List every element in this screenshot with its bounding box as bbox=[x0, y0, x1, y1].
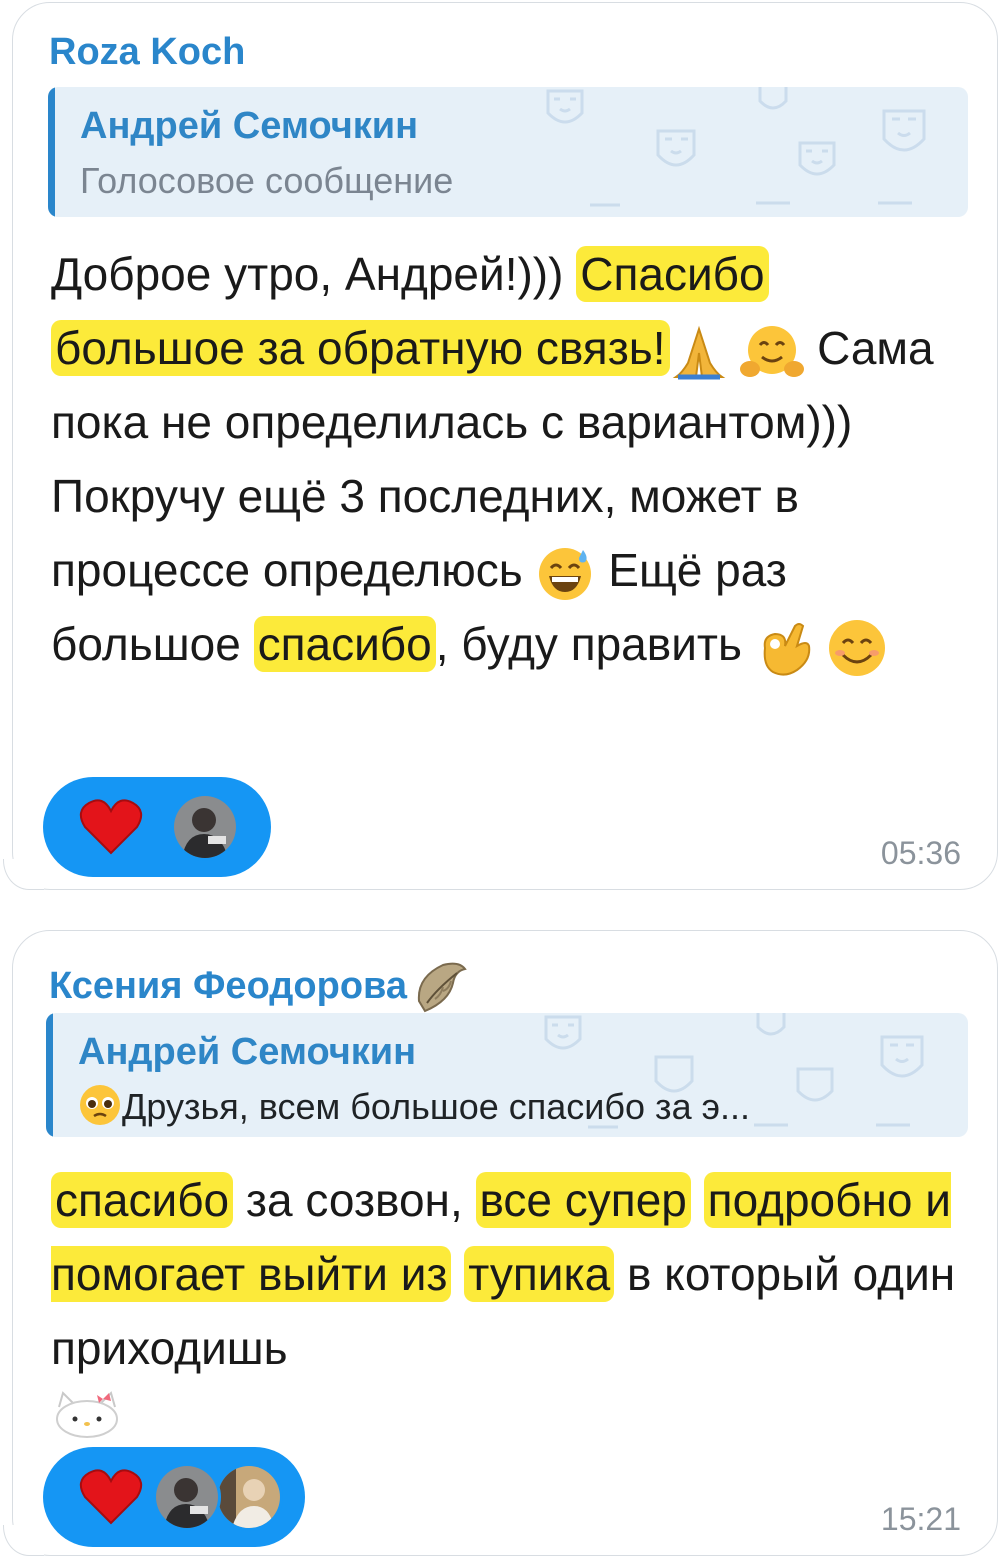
reply-text-row: Друзья, всем большое спасибо за э... bbox=[78, 1083, 750, 1128]
reply-bar bbox=[46, 1013, 53, 1137]
timestamp: 05:36 bbox=[880, 835, 961, 871]
hello-kitty-icon bbox=[56, 1391, 118, 1438]
reaction-pill[interactable] bbox=[43, 777, 271, 877]
heart-icon bbox=[79, 799, 143, 855]
text-segment: , буду править bbox=[435, 618, 755, 670]
reply-author: Андрей Семочкин bbox=[80, 105, 419, 147]
message-bubble[interactable]: Roza Koch Андрей Семочкин Голосовое сооб… bbox=[3, 2, 998, 890]
reply-author: Андрей Семочкин bbox=[78, 1031, 417, 1073]
reply-preview[interactable]: Андрей Семочкин Друзья, всем большое спа… bbox=[46, 1013, 968, 1137]
reply-text: Друзья, всем большое спасибо за э... bbox=[122, 1086, 750, 1127]
text-segment: за созвон, bbox=[233, 1174, 476, 1226]
message-text: спасибо за созвон, все супер подробно и … bbox=[51, 1163, 961, 1439]
ok-hand-icon bbox=[763, 622, 810, 676]
sender-name[interactable]: Ксения Феодорова bbox=[49, 961, 469, 1015]
reply-text: Голосовое сообщение bbox=[80, 160, 454, 201]
sender-name[interactable]: Roza Koch bbox=[49, 31, 245, 74]
text-segment: Доброе утро, Андрей!))) bbox=[51, 248, 577, 300]
highlighted-text: тупика bbox=[464, 1246, 615, 1302]
bubble-tail bbox=[3, 859, 44, 890]
highlighted-text: большое за обратную связь! bbox=[51, 320, 670, 376]
hugging-face-icon bbox=[740, 325, 805, 377]
sender-name-text: Ксения Феодорова bbox=[49, 965, 408, 1008]
reply-bar bbox=[48, 87, 55, 217]
avatar[interactable] bbox=[215, 1463, 283, 1531]
moth-icon bbox=[417, 962, 467, 1013]
mask-pattern-icon bbox=[546, 87, 926, 207]
message-text: Доброе утро, Андрей!))) Спасибо большое … bbox=[51, 237, 961, 681]
avatar[interactable] bbox=[153, 1463, 221, 1531]
highlighted-text: Спасибо bbox=[576, 246, 769, 302]
reaction-pill[interactable] bbox=[43, 1447, 305, 1547]
folded-hands-icon bbox=[672, 325, 725, 380]
reply-preview[interactable]: Андрей Семочкин Голосовое сообщение bbox=[48, 87, 968, 217]
timestamp: 15:21 bbox=[880, 1501, 961, 1537]
message-bubble[interactable]: Ксения Феодорова Андрей Семочкин Друзья,… bbox=[3, 930, 998, 1556]
smiling-face-icon bbox=[828, 619, 885, 676]
bubble-tail bbox=[3, 1525, 44, 1556]
highlighted-text: спасибо bbox=[253, 616, 436, 672]
heart-icon bbox=[79, 1469, 143, 1525]
pleading-face-icon bbox=[80, 1085, 120, 1125]
highlighted-text: все супер bbox=[475, 1172, 691, 1228]
highlighted-text: спасибо bbox=[51, 1172, 234, 1228]
avatar[interactable] bbox=[171, 793, 239, 861]
grinning-sweat-icon bbox=[539, 547, 592, 600]
